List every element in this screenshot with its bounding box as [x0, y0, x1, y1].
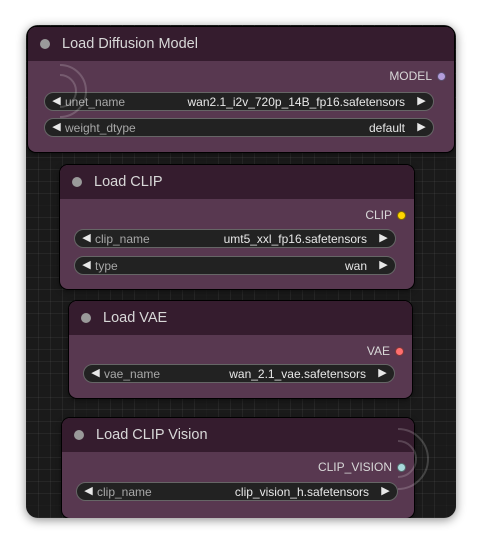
arrow-left-icon[interactable]: ◀: [45, 92, 65, 111]
output-model: MODEL: [389, 69, 446, 83]
arrow-right-icon[interactable]: ▶: [377, 482, 397, 501]
vae-output-slot-icon[interactable]: [395, 346, 404, 356]
vae-name-combo[interactable]: ◀ vae_name wan_2.1_vae.safetensors ▶: [83, 364, 395, 383]
arrow-left-icon[interactable]: ◀: [84, 364, 104, 383]
arrow-left-icon[interactable]: ◀: [75, 229, 95, 248]
arrow-right-icon[interactable]: ▶: [413, 92, 433, 111]
node-header[interactable]: Load CLIP Vision: [62, 418, 414, 452]
output-label: MODEL: [389, 69, 432, 83]
node-load-vae[interactable]: Load VAE VAE ◀ vae_name wan_2.1_vae.safe…: [69, 301, 412, 398]
graph-canvas[interactable]: Load Diffusion Model MODEL ◀ unet_name w…: [26, 25, 456, 518]
node-title: Load CLIP Vision: [96, 427, 208, 443]
collapse-dot-icon[interactable]: [74, 430, 84, 440]
clip-output-slot-icon[interactable]: [397, 210, 406, 220]
output-label: CLIP_VISION: [317, 460, 392, 474]
arrow-left-icon[interactable]: ◀: [77, 482, 97, 501]
output-clip: CLIP: [365, 208, 406, 222]
collapse-dot-icon[interactable]: [72, 177, 82, 187]
clip-name-combo[interactable]: ◀ clip_name clip_vision_h.safetensors ▶: [76, 482, 398, 501]
arrow-left-icon[interactable]: ◀: [45, 118, 65, 137]
output-label: CLIP: [365, 208, 392, 222]
clip-vision-output-slot-icon[interactable]: [397, 462, 406, 472]
arrow-right-icon[interactable]: ▶: [375, 229, 395, 248]
output-label: VAE: [366, 344, 390, 358]
unet-name-combo[interactable]: ◀ unet_name wan2.1_i2v_720p_14B_fp16.saf…: [44, 92, 434, 111]
model-output-slot-icon[interactable]: [437, 71, 446, 81]
collapse-dot-icon[interactable]: [81, 313, 91, 323]
node-title: Load Diffusion Model: [62, 36, 198, 52]
weight-dtype-combo[interactable]: ◀ weight_dtype default ▶: [44, 118, 434, 137]
node-load-clip-vision[interactable]: Load CLIP Vision CLIP_VISION ◀ clip_name…: [62, 418, 414, 518]
collapse-dot-icon[interactable]: [40, 39, 50, 49]
output-vae: VAE: [367, 344, 404, 358]
node-header[interactable]: Load CLIP: [60, 165, 414, 199]
node-title: Load CLIP: [94, 174, 163, 190]
arrow-left-icon[interactable]: ◀: [75, 256, 95, 275]
arrow-right-icon[interactable]: ▶: [413, 118, 433, 137]
arrow-right-icon[interactable]: ▶: [375, 256, 395, 275]
node-header[interactable]: Load VAE: [69, 301, 412, 335]
arrow-right-icon[interactable]: ▶: [374, 364, 394, 383]
node-load-diffusion-model[interactable]: Load Diffusion Model MODEL ◀ unet_name w…: [28, 27, 454, 152]
type-combo[interactable]: ◀ type wan ▶: [74, 256, 396, 275]
node-load-clip[interactable]: Load CLIP CLIP ◀ clip_name umt5_xxl_fp16…: [60, 165, 414, 289]
clip-name-combo[interactable]: ◀ clip_name umt5_xxl_fp16.safetensors ▶: [74, 229, 396, 248]
output-clip-vision: CLIP_VISION: [318, 460, 406, 474]
node-title: Load VAE: [103, 310, 168, 326]
node-header[interactable]: Load Diffusion Model: [28, 27, 454, 61]
